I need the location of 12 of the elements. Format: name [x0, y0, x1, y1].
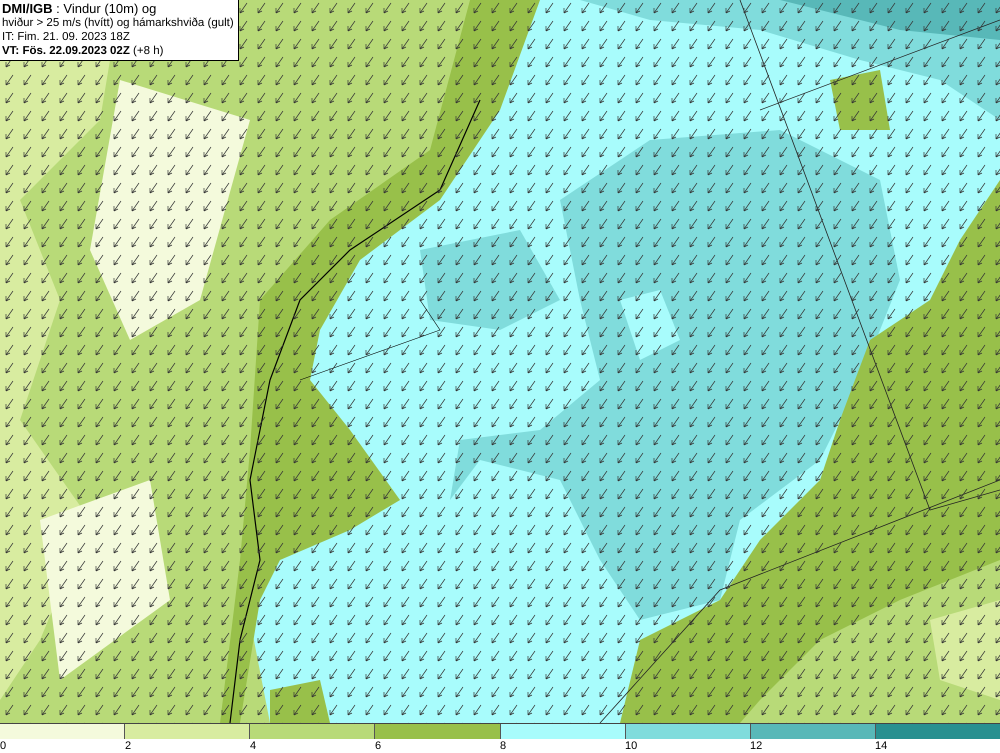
legend-label: 14 — [875, 739, 888, 753]
legend-label: 8 — [500, 739, 506, 753]
legend-label: 2 — [125, 739, 132, 753]
legend-label: 6 — [375, 739, 382, 753]
legend-label: 4 — [250, 739, 256, 753]
legend-label: 0 — [0, 739, 6, 753]
title-text: DMI/IGB : Vindur (10m) og — [2, 2, 158, 16]
title-text: IT: Fim. 21. 09. 2023 18Z — [2, 30, 131, 44]
title-text: VT: Fös. 22.09.2023 02Z (+8 h) — [2, 44, 164, 58]
title-text: hviður > 25 m/s (hvítt) og hámarkshviða (gult) — [2, 16, 234, 30]
legend-label: 10 — [625, 739, 638, 753]
legend-label: 12 — [750, 739, 762, 753]
